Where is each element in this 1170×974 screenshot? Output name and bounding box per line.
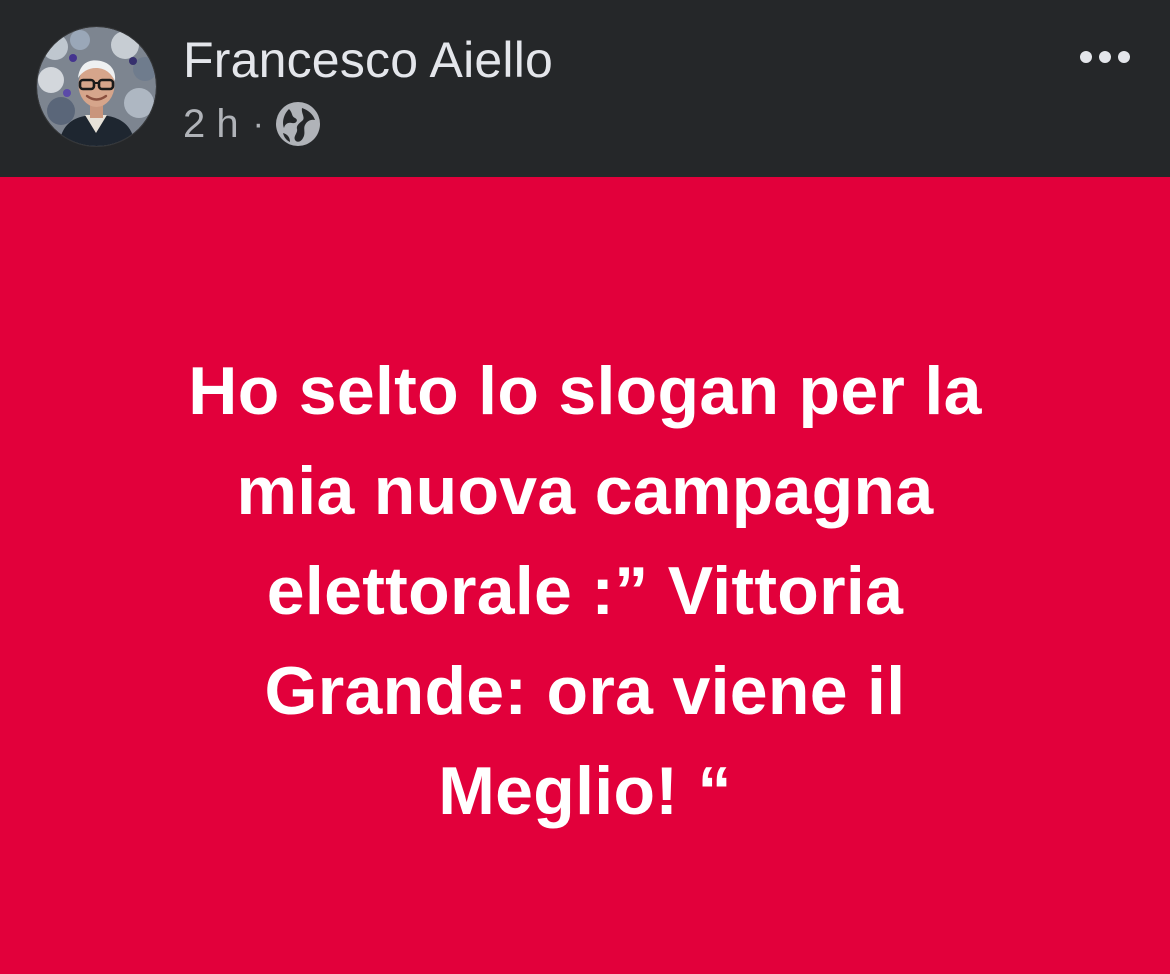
post-text-line-5: Meglio! “ [438, 753, 732, 829]
post-text-line-3: elettorale :” Vittoria [266, 553, 904, 629]
post-text: Ho selto lo slogan per la mia nuova camp… [100, 341, 1070, 841]
author-name[interactable]: Francesco Aiello [183, 30, 553, 90]
post-text-line-1: Ho selto lo slogan per la [188, 353, 982, 429]
post-header: Francesco Aiello 2 h · [0, 0, 1170, 177]
avatar-photo [37, 27, 156, 146]
more-horizontal-icon [1080, 51, 1130, 63]
more-options-button[interactable] [1072, 30, 1138, 84]
post-text-line-2: mia nuova campagna [236, 453, 934, 529]
post-timestamp[interactable]: 2 h [183, 98, 239, 150]
post-content: Ho selto lo slogan per la mia nuova camp… [0, 177, 1170, 974]
globe-icon[interactable] [274, 100, 322, 148]
author-avatar[interactable] [37, 27, 156, 146]
facebook-post: Francesco Aiello 2 h · Ho selto lo sloga… [0, 0, 1170, 974]
post-meta: 2 h · [183, 98, 322, 150]
post-text-line-4: Grande: ora viene il [264, 653, 906, 729]
meta-separator: · [252, 105, 264, 143]
